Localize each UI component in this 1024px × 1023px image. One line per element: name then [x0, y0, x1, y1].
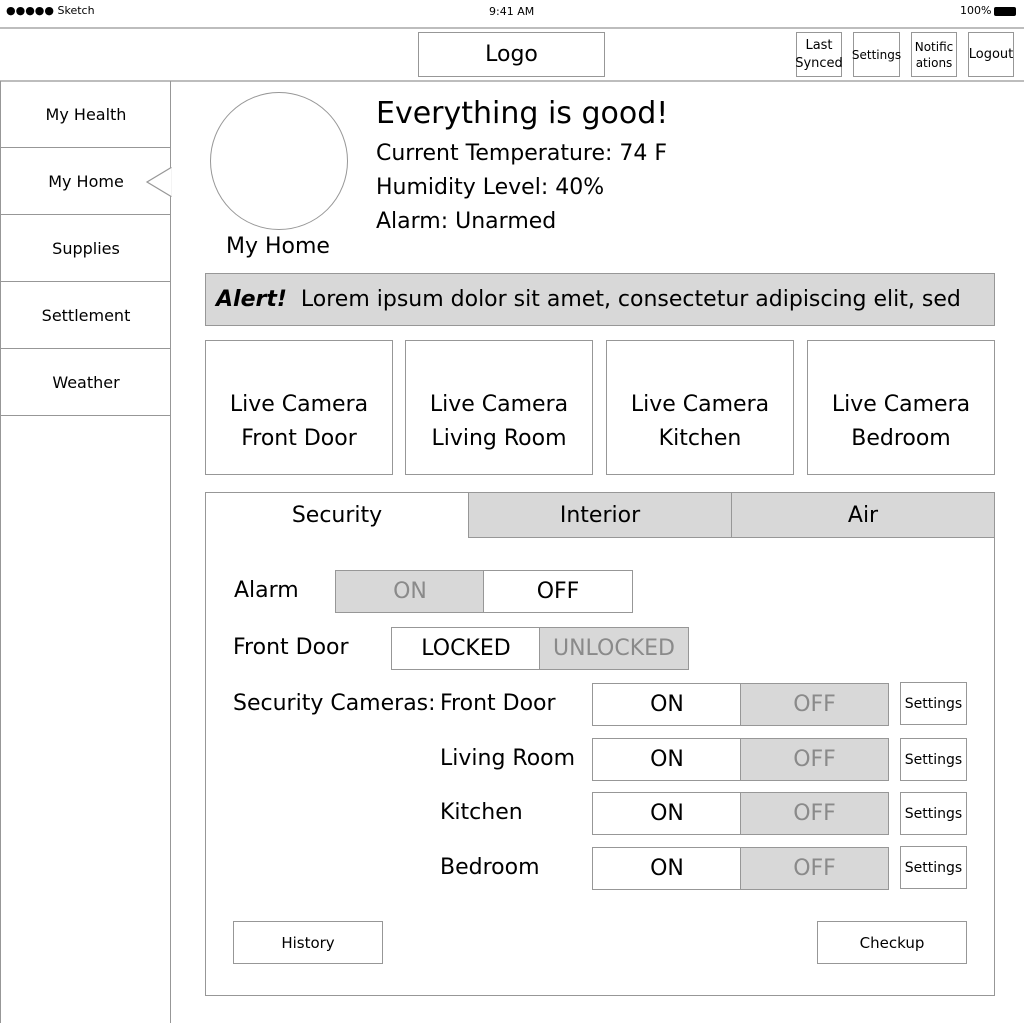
history-button[interactable]: History	[233, 921, 383, 964]
security-cameras-label: Security Cameras:	[233, 691, 436, 716]
tab-security[interactable]: Security	[205, 492, 469, 538]
battery-level: 100%	[960, 4, 992, 17]
alarm-on-toggle[interactable]: ON	[335, 570, 485, 613]
settings-button[interactable]: Settings	[852, 32, 901, 77]
sidebar: My Health My Home Supplies Settlement We…	[0, 81, 173, 1023]
front-door-locked-toggle[interactable]: LOCKED	[391, 627, 541, 670]
front-door-camera-on[interactable]: ON	[592, 683, 742, 726]
camera-room: Living Room	[431, 425, 567, 451]
camera-room: Bedroom	[851, 425, 951, 451]
front-door-unlocked-toggle[interactable]: UNLOCKED	[539, 627, 689, 670]
humidity: Humidity Level: 40%	[376, 175, 605, 200]
sidebar-item-supplies[interactable]: Supplies	[1, 215, 171, 282]
kitchen-camera-off[interactable]: OFF	[740, 792, 889, 835]
notifications-button[interactable]: Notifications	[911, 32, 957, 77]
tab-air[interactable]: Air	[731, 492, 995, 538]
status-bar: ●●●●● Sketch 9:41 AM 100%	[0, 0, 1024, 22]
bedroom-camera-on[interactable]: ON	[592, 847, 742, 890]
tab-interior[interactable]: Interior	[468, 492, 732, 538]
status-headline: Everything is good!	[376, 96, 669, 131]
checkup-button[interactable]: Checkup	[817, 921, 967, 964]
camera-room-label: Bedroom	[440, 855, 540, 880]
camera-living-room[interactable]: Live Camera Living Room	[405, 340, 593, 475]
alarm-status: Alarm: Unarmed	[376, 209, 557, 234]
selection-pointer-icon	[145, 167, 173, 197]
clock: 9:41 AM	[489, 5, 535, 18]
front-door-camera-off[interactable]: OFF	[740, 683, 889, 726]
front-door-camera-settings-button[interactable]: Settings	[900, 682, 967, 725]
home-name: My Home	[226, 234, 330, 259]
kitchen-camera-settings-button[interactable]: Settings	[900, 792, 967, 835]
living-room-camera-off[interactable]: OFF	[740, 738, 889, 781]
camera-title: Live Camera	[630, 391, 770, 417]
camera-kitchen[interactable]: Live Camera Kitchen	[606, 340, 794, 475]
camera-title: Live Camera	[229, 391, 369, 417]
camera-bedroom[interactable]: Live Camera Bedroom	[807, 340, 995, 475]
alert-text: Lorem ipsum dolor sit amet, consectetur …	[300, 287, 961, 312]
bedroom-camera-off[interactable]: OFF	[740, 847, 889, 890]
battery-icon	[994, 7, 1016, 16]
alarm-off-toggle[interactable]: OFF	[483, 570, 633, 613]
divider	[0, 27, 1024, 29]
kitchen-camera-on[interactable]: ON	[592, 792, 742, 835]
sidebar-item-my-health[interactable]: My Health	[1, 81, 171, 148]
sidebar-item-label: My Health	[45, 104, 127, 124]
carrier: ●●●●● Sketch	[6, 4, 95, 17]
home-avatar	[210, 92, 348, 230]
logout-button[interactable]: Logout	[968, 32, 1014, 77]
alert-label: Alert!	[216, 287, 287, 312]
sidebar-item-weather[interactable]: Weather	[1, 349, 171, 416]
camera-room: Front Door	[241, 425, 357, 451]
logo: Logo	[418, 32, 605, 77]
temperature: Current Temperature: 74 F	[376, 141, 668, 166]
sidebar-item-settlement[interactable]: Settlement	[1, 282, 171, 349]
camera-title: Live Camera	[831, 391, 971, 417]
camera-room-label: Kitchen	[440, 800, 523, 825]
alarm-label: Alarm	[234, 578, 299, 603]
camera-front-door[interactable]: Live Camera Front Door	[205, 340, 393, 475]
sidebar-item-label: Supplies	[52, 238, 120, 258]
alert-banner: Alert! Lorem ipsum dolor sit amet, conse…	[205, 273, 995, 326]
camera-room-label: Living Room	[440, 746, 576, 771]
living-room-camera-settings-button[interactable]: Settings	[900, 738, 967, 781]
camera-room-label: Front Door	[440, 691, 556, 716]
camera-room: Kitchen	[658, 425, 742, 451]
living-room-camera-on[interactable]: ON	[592, 738, 742, 781]
front-door-label: Front Door	[233, 635, 349, 660]
sidebar-item-label: Weather	[52, 372, 120, 392]
sidebar-item-label: My Home	[48, 171, 124, 191]
bedroom-camera-settings-button[interactable]: Settings	[900, 846, 967, 889]
last-synced-button[interactable]: Last Synced	[795, 32, 843, 77]
sidebar-item-label: Settlement	[41, 305, 131, 325]
camera-title: Live Camera	[429, 391, 569, 417]
